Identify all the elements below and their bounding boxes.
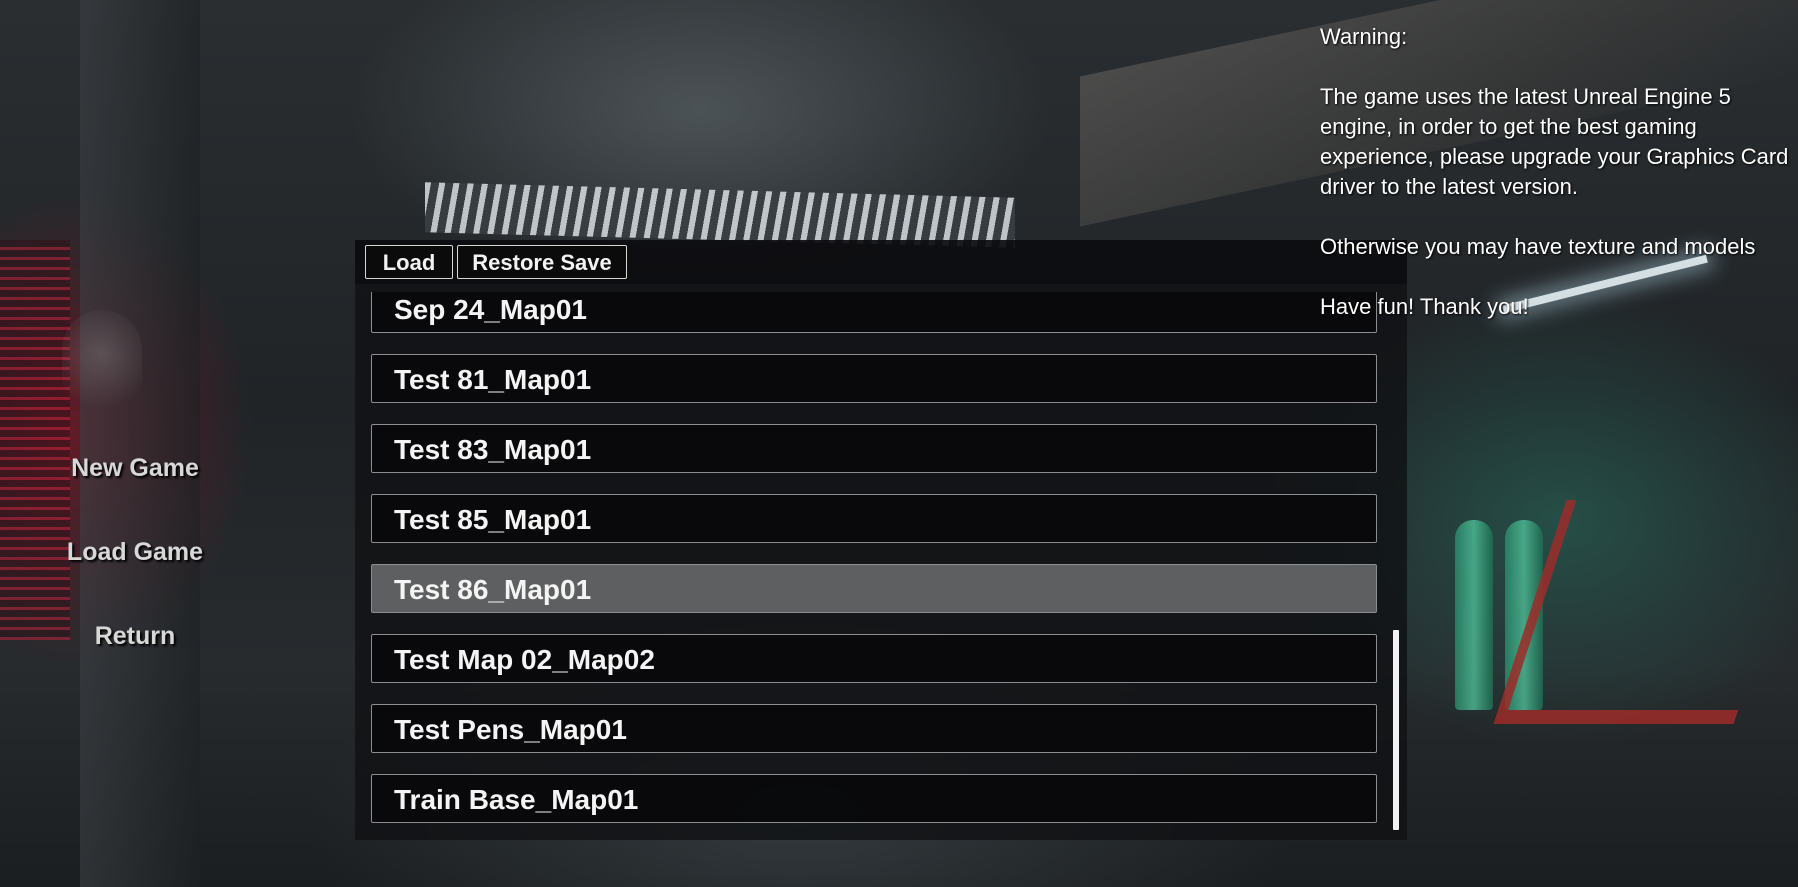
load-button[interactable]: Load xyxy=(365,245,453,279)
save-slot[interactable]: Train Base_Map01 xyxy=(371,774,1377,823)
warning-title: Warning: xyxy=(1320,24,1408,49)
save-slot-selected[interactable]: Test 86_Map01 xyxy=(371,564,1377,613)
background-red-light xyxy=(0,240,70,640)
save-slot[interactable]: Test 83_Map01 xyxy=(371,424,1377,473)
load-game-panel: Load Restore Save Sep 24_Map01 Test 81_M… xyxy=(355,240,1407,840)
warning-closing: Have fun! Thank you! xyxy=(1320,294,1529,319)
background-pillar xyxy=(80,0,200,887)
gas-mask-emblem-icon xyxy=(62,310,142,420)
background-skylight xyxy=(425,182,1015,248)
save-slot[interactable]: Sep 24_Map01 xyxy=(371,292,1377,333)
load-game-button[interactable]: Load Game xyxy=(0,538,270,567)
background-gas-tank xyxy=(1455,520,1493,710)
warning-message-continued: Otherwise you may have texture and model… xyxy=(1320,234,1756,259)
return-button[interactable]: Return xyxy=(0,622,270,651)
save-slot[interactable]: Test 81_Map01 xyxy=(371,354,1377,403)
warning-message: The game uses the latest Unreal Engine 5… xyxy=(1320,84,1789,199)
save-slot[interactable]: Test Map 02_Map02 xyxy=(371,634,1377,683)
save-slot[interactable]: Test Pens_Map01 xyxy=(371,704,1377,753)
load-panel-toolbar: Load Restore Save xyxy=(355,240,1407,284)
save-slot[interactable]: Test 85_Map01 xyxy=(371,494,1377,543)
new-game-button[interactable]: New Game xyxy=(0,454,270,483)
save-list-scrollbar[interactable] xyxy=(1393,630,1399,830)
restore-save-button[interactable]: Restore Save xyxy=(457,245,627,279)
game-screen: New Game Load Game Return Load Restore S… xyxy=(0,0,1798,887)
driver-warning-notice: Warning: The game uses the latest Unreal… xyxy=(1320,22,1798,322)
save-slot-list[interactable]: Sep 24_Map01 Test 81_Map01 Test 83_Map01… xyxy=(371,292,1393,832)
